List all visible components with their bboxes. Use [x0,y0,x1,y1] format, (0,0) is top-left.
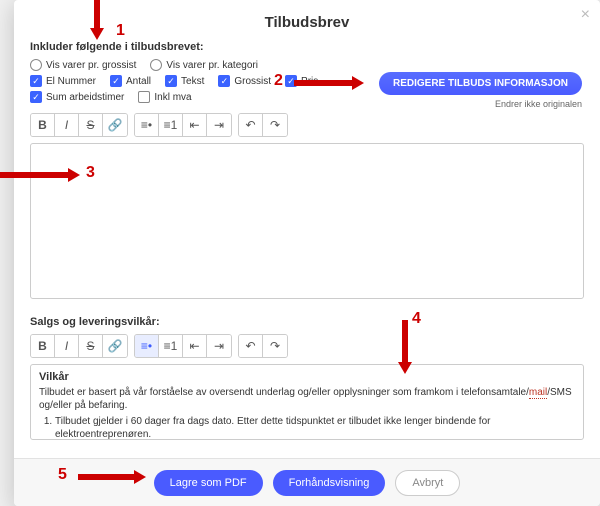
undo-button[interactable]: ↶ [239,335,263,357]
terms-label: Salgs og leveringsvilkår: [30,316,584,328]
check-label: Antall [126,76,151,87]
save-pdf-button[interactable]: Lagre som PDF [154,470,263,496]
bold-button[interactable]: B [31,335,55,357]
terms-item: Tilbudet gjelder i 60 dager fra dags dat… [55,416,575,440]
checkbox-icon: ✓ [30,91,42,103]
outdent-button[interactable]: ⇤ [183,114,207,136]
list-ul-icon: ≡• [141,339,152,353]
letter-body-editor[interactable] [30,143,584,299]
editor-toolbar-1: B I S 🔗 ≡• ≡1 ⇤ ⇥ ↶ ↷ [30,113,584,137]
offer-letter-modal: × Tilbudsbrev Inkluder følgende i tilbud… [14,0,600,506]
link-icon: 🔗 [108,118,123,132]
radio-row: Vis varer pr. grossist Vis varer pr. kat… [30,59,584,71]
ul-button[interactable]: ≡• [135,335,159,357]
radio-label: Vis varer pr. grossist [46,60,136,71]
terms-editor[interactable]: Vilkår Tilbudet er basert på vår forståe… [30,364,584,440]
list-ol-icon: ≡1 [164,339,178,353]
undo-icon: ↶ [245,118,255,132]
check-label: Inkl mva [154,92,191,103]
indent-icon: ⇥ [214,118,224,132]
modal-title: Tilbudsbrev [30,14,584,31]
include-label: Inkluder følgende i tilbudsbrevet: [30,41,584,53]
radio-icon [150,59,162,71]
check-label: Tekst [181,76,204,87]
spellcheck-squiggle: mail [529,387,547,399]
check-inkl-mva[interactable]: Inkl mva [138,91,191,103]
checkbox-icon [138,91,150,103]
redo-icon: ↷ [270,118,280,132]
check-pris[interactable]: ✓ Pris [285,75,318,87]
preview-button[interactable]: Forhåndsvisning [273,470,386,496]
list-ol-icon: ≡1 [164,118,178,132]
redo-button[interactable]: ↷ [263,114,287,136]
terms-intro: Tilbudet er basert på vår forståelse av … [39,387,575,412]
close-icon[interactable]: × [581,6,590,24]
checkbox-icon: ✓ [218,75,230,87]
undo-icon: ↶ [245,339,255,353]
radio-per-grossist[interactable]: Vis varer pr. grossist [30,59,136,71]
check-tekst[interactable]: ✓ Tekst [165,75,204,87]
outdent-icon: ⇤ [189,339,199,353]
check-label: El Nummer [46,76,96,87]
redo-icon: ↷ [270,339,280,353]
check-sum-arbeidstimer[interactable]: ✓ Sum arbeidstimer [30,91,124,103]
italic-button[interactable]: I [55,114,79,136]
italic-button[interactable]: I [55,335,79,357]
strike-button[interactable]: S [79,335,103,357]
check-antall[interactable]: ✓ Antall [110,75,151,87]
check-label: Grossist [234,76,271,87]
modal-footer: Lagre som PDF Forhåndsvisning Avbryt [14,458,600,506]
edit-info-subtext: Endrer ikke originalen [379,99,582,109]
undo-button[interactable]: ↶ [239,114,263,136]
edit-info-wrap: REDIGERE TILBUDS INFORMASJON Endrer ikke… [379,72,582,109]
check-elnummer[interactable]: ✓ El Nummer [30,75,96,87]
terms-heading: Vilkår [39,371,575,383]
outdent-button[interactable]: ⇤ [183,335,207,357]
radio-per-kategori[interactable]: Vis varer pr. kategori [150,59,258,71]
link-button[interactable]: 🔗 [103,114,127,136]
checkbox-icon: ✓ [110,75,122,87]
checkbox-icon: ✓ [30,75,42,87]
ol-button[interactable]: ≡1 [159,114,183,136]
check-label: Sum arbeidstimer [46,92,124,103]
checkbox-icon: ✓ [165,75,177,87]
radio-icon [30,59,42,71]
outdent-icon: ⇤ [189,118,199,132]
bold-button[interactable]: B [31,114,55,136]
strike-button[interactable]: S [79,114,103,136]
link-button[interactable]: 🔗 [103,335,127,357]
list-ul-icon: ≡• [141,118,152,132]
ol-button[interactable]: ≡1 [159,335,183,357]
editor-toolbar-2: B I S 🔗 ≡• ≡1 ⇤ ⇥ ↶ ↷ [30,334,584,358]
redo-button[interactable]: ↷ [263,335,287,357]
check-grossist[interactable]: ✓ Grossist [218,75,271,87]
cancel-button[interactable]: Avbryt [395,470,460,496]
edit-offer-info-button[interactable]: REDIGERE TILBUDS INFORMASJON [379,72,582,95]
indent-icon: ⇥ [214,339,224,353]
check-label: Pris [301,76,318,87]
radio-label: Vis varer pr. kategori [166,60,258,71]
link-icon: 🔗 [108,339,123,353]
indent-button[interactable]: ⇥ [207,114,231,136]
ul-button[interactable]: ≡• [135,114,159,136]
indent-button[interactable]: ⇥ [207,335,231,357]
checkbox-icon: ✓ [285,75,297,87]
